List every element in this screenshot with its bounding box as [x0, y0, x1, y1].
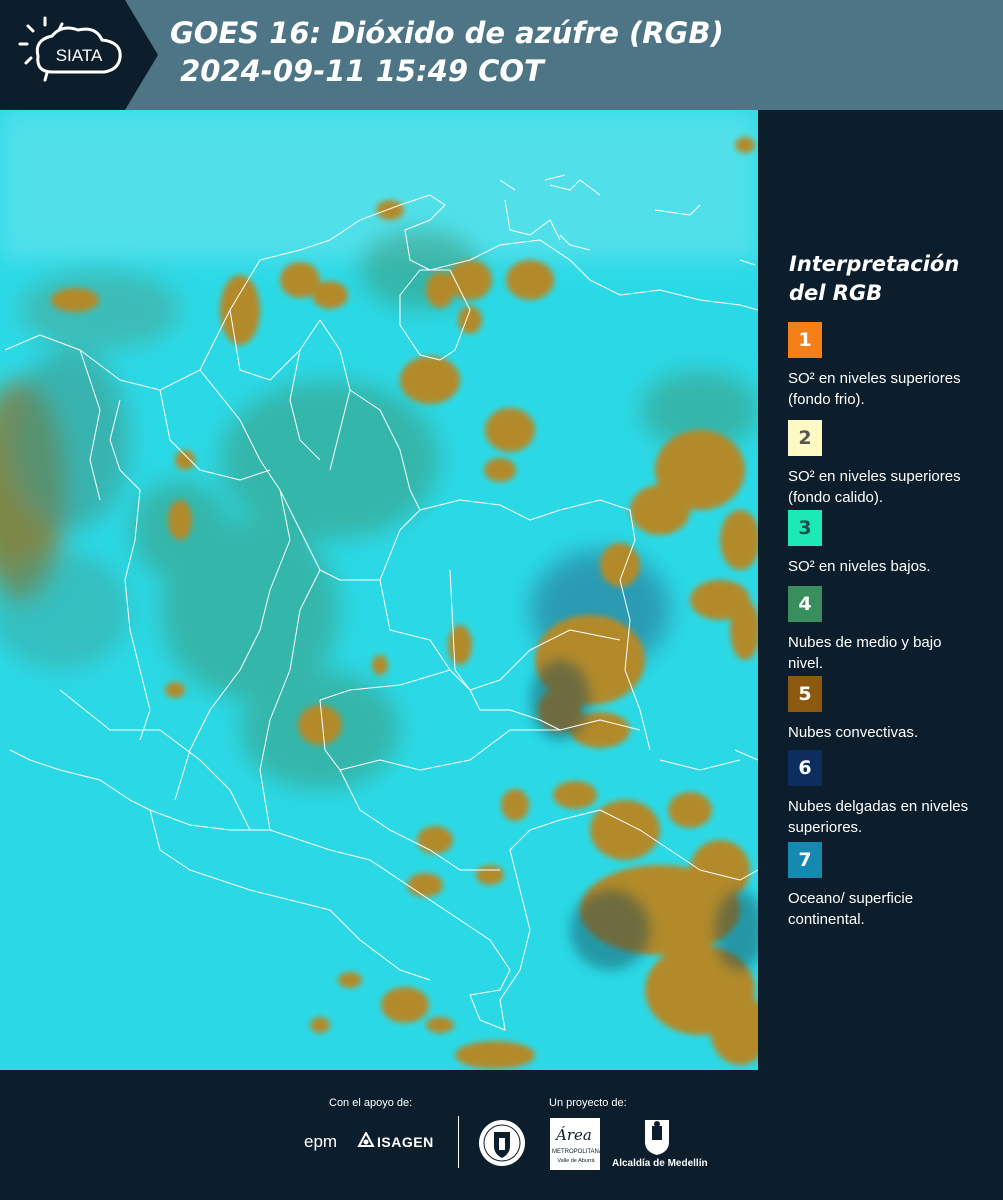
medellin-seal-icon: [479, 1120, 525, 1166]
page-title: GOES 16: Dióxido de azúfre (RGB) 2024-09…: [170, 16, 724, 88]
legend-item-2: 2 SO² en niveles superiores (fondo calid…: [788, 420, 978, 508]
legend-swatch-7: 7: [788, 842, 822, 878]
area-metropolitana-logo: Área METROPOLITANA Valle de Aburrá: [550, 1118, 603, 1170]
area-logo-subtitle2: Valle de Aburrá: [557, 1158, 595, 1164]
legend-label-4: Nubes de medio y bajo nivel.: [788, 634, 942, 672]
isagen-logo: ISAGEN: [357, 1132, 441, 1154]
isagen-icon: [357, 1132, 375, 1147]
legend-label-3: SO² en niveles bajos.: [788, 558, 931, 575]
legend-item-6: 6 Nubes delgadas en niveles superiores.: [788, 750, 978, 838]
area-logo-subtitle: METROPOLITANA: [552, 1149, 603, 1155]
legend-swatch-3: 3: [788, 510, 822, 546]
alcaldia-text: Alcaldía de Medellín: [612, 1158, 708, 1169]
siata-logo-text: SIATA: [56, 46, 103, 65]
support-label: Con el apoyo de:: [329, 1097, 413, 1109]
legend-swatch-6: 6: [788, 750, 822, 786]
satellite-map[interactable]: [0, 110, 758, 1070]
legend-label-6: Nubes delgadas en niveles superiores.: [788, 798, 969, 836]
alcaldia-shield-icon: [645, 1120, 669, 1155]
legend-swatch-4: 4: [788, 586, 822, 622]
legend-swatch-1: 1: [788, 322, 822, 358]
epm-logo: epm: [304, 1132, 338, 1151]
rgb-legend-panel: Interpretación del RGB 1 SO² en niveles …: [760, 110, 1003, 1070]
legend-swatch-2: 2: [788, 420, 822, 456]
satellite-image: [0, 110, 758, 1070]
legend-label-2: SO² en niveles superiores (fondo calido)…: [788, 468, 961, 506]
project-label: Un proyecto de:: [549, 1097, 627, 1109]
siata-logo-panel: SIATA: [0, 0, 158, 110]
area-logo-name: Área: [556, 1126, 592, 1144]
legend-label-7: Oceano/ superficie continental.: [788, 890, 914, 928]
legend-item-4: 4 Nubes de medio y bajo nivel.: [788, 586, 978, 674]
legend-title: Interpretación del RGB: [789, 252, 960, 305]
legend-swatch-5: 5: [788, 676, 822, 712]
isagen-text: ISAGEN: [377, 1134, 434, 1150]
legend-label-5: Nubes convectivas.: [788, 724, 919, 741]
legend-item-7: 7 Oceano/ superficie continental.: [788, 842, 978, 930]
footer-divider: [458, 1116, 459, 1168]
legend-item-5: 5 Nubes convectivas.: [788, 676, 978, 743]
legend-item-1: 1 SO² en niveles superiores (fondo frio)…: [788, 322, 978, 410]
footer: Con el apoyo de: Un proyecto de: epm ISA…: [0, 1070, 1003, 1200]
legend-label-1: SO² en niveles superiores (fondo frio).: [788, 370, 961, 408]
legend-item-3: 3 SO² en niveles bajos.: [788, 510, 978, 577]
header-bar: SIATA GOES 16: Dióxido de azúfre (RGB) 2…: [0, 0, 1003, 110]
